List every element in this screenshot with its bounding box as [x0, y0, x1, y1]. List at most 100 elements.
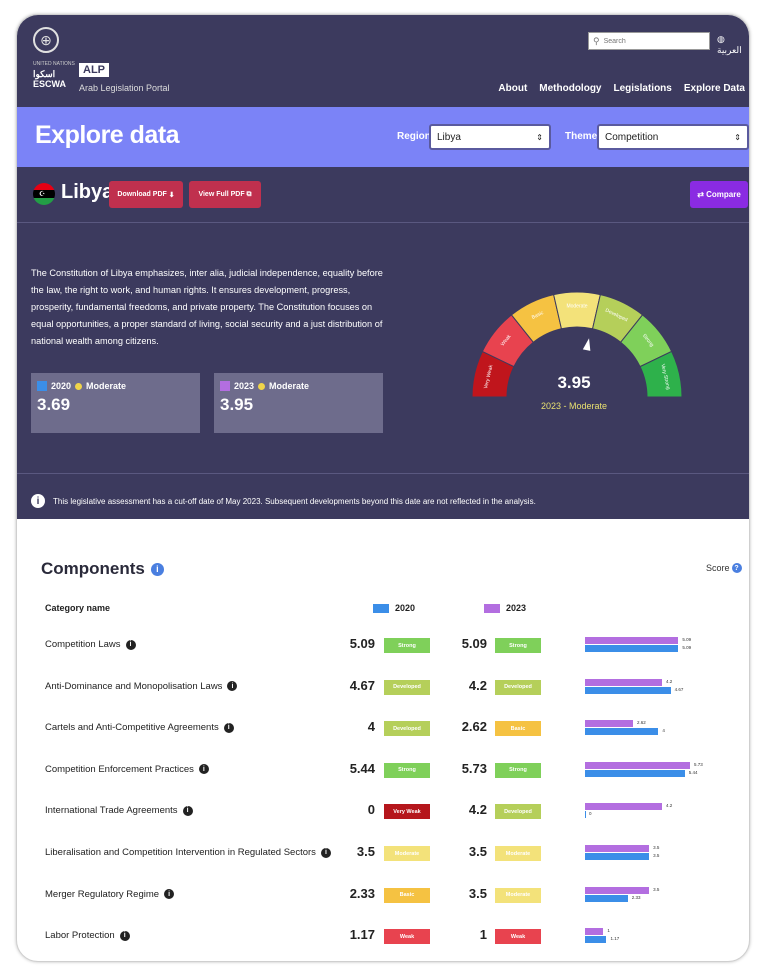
- score-bars: 4.2 4.67: [585, 677, 725, 701]
- score-card-2023: 2023 Moderate 3.95: [214, 373, 383, 433]
- components-heading: Components i: [41, 559, 164, 579]
- info-icon: i: [31, 494, 45, 508]
- region-label: Region: [397, 131, 431, 142]
- score-card-2020: 2020 Moderate 3.69: [31, 373, 200, 433]
- level-badge-2020: Developed: [384, 679, 430, 695]
- bar-2020: [585, 811, 586, 819]
- page-title: Explore data: [35, 121, 180, 149]
- language-switch[interactable]: ◍ العربية: [717, 34, 749, 56]
- info-icon[interactable]: i: [182, 805, 193, 816]
- bar-2023-label: 2.62: [637, 720, 646, 726]
- category-name: Anti-Dominance and Monopolisation Laws i: [45, 680, 238, 692]
- country-description: The Constitution of Libya emphasizes, in…: [31, 268, 383, 346]
- nav-about[interactable]: About: [498, 83, 527, 94]
- gauge-label: 2023 - Moderate: [540, 401, 608, 411]
- theme-select[interactable]: Competition ⇕: [597, 124, 749, 150]
- score-bars: 2.62 4: [585, 718, 725, 742]
- table-row: Labor Protection i 1.17 Weak 1 Weak 1 1.17: [17, 922, 749, 952]
- compare-button[interactable]: ⇄ Compare: [690, 181, 748, 208]
- level-badge-2023: Strong: [495, 638, 541, 653]
- level-badge-2023: Moderate: [495, 887, 541, 903]
- score-year: 2023: [234, 381, 255, 391]
- level-badge-2023: Developed: [495, 679, 541, 695]
- info-icon[interactable]: i: [125, 639, 136, 650]
- level-badge-2023: Moderate: [495, 846, 541, 861]
- info-icon[interactable]: i: [119, 930, 130, 941]
- bar-2023: [585, 720, 634, 728]
- logo-small-text: UNITED NATIONS: [33, 61, 75, 67]
- info-icon[interactable]: i: [227, 681, 238, 692]
- select-arrows-icon: ⇕: [536, 132, 543, 142]
- region-value: Libya: [437, 131, 461, 143]
- select-arrows-icon: ⇕: [734, 132, 741, 142]
- libya-flag-icon: ☪: [33, 183, 55, 205]
- info-icon[interactable]: i: [320, 847, 331, 858]
- legend-2023-label: 2023: [506, 603, 527, 613]
- score-2023: 2.62: [461, 719, 487, 735]
- table-row: Competition Laws i 5.09 Strong 5.09 Strong 5.0…: [17, 631, 749, 661]
- view-full-pdf-label: View Full PDF: [198, 191, 245, 198]
- score-2023: 4.2: [468, 802, 487, 818]
- table-row: Liberalisation and Competition Intervent…: [17, 839, 749, 869]
- bar-2020-label: 2.33: [631, 894, 641, 900]
- language-label: العربية: [717, 45, 742, 55]
- un-emblem-icon[interactable]: ⊕: [33, 27, 59, 53]
- score-gauge: Very WeakWeakBasicModerateDevelopedStron…: [471, 291, 683, 398]
- bar-2020-label: 4: [662, 728, 665, 734]
- score-value: 3.69: [37, 395, 71, 414]
- bar-2020-label: 5.44: [688, 769, 698, 775]
- cutoff-notice: i This legislative assessment has a cut-…: [31, 494, 536, 508]
- table-row: Anti-Dominance and Monopolisation Laws i 4…: [17, 673, 749, 703]
- view-full-pdf-button[interactable]: View Full PDF ⧉: [189, 181, 261, 208]
- score-bars: 3.5 2.33: [585, 885, 725, 909]
- score-help[interactable]: Score ?: [706, 563, 742, 573]
- score-2023: 5.73: [461, 760, 487, 776]
- score-2023: 3.5: [468, 844, 487, 859]
- bar-2023-label: 4.2: [666, 678, 673, 684]
- bar-2020-label: 3.5: [653, 853, 660, 858]
- score-value: 3.95: [220, 395, 254, 414]
- category-label: Competition Enforcement Practices: [45, 763, 194, 775]
- legend-2020-label: 2020: [395, 603, 416, 613]
- bar-2023-label: 3.5: [653, 886, 660, 892]
- divider: [17, 473, 749, 474]
- bar-2023: [585, 761, 691, 769]
- bar-2023: [585, 678, 662, 686]
- alp-logo[interactable]: ALP: [79, 63, 109, 77]
- nav-methodology[interactable]: Methodology: [539, 83, 601, 94]
- info-icon[interactable]: i: [198, 764, 209, 775]
- compare-label: Compare: [706, 190, 741, 199]
- score-level: Moderate: [269, 381, 310, 391]
- gauge-needle: [582, 338, 591, 351]
- region-select[interactable]: Libya ⇕: [429, 124, 551, 150]
- score-2020: 5.44: [349, 760, 375, 776]
- search-box[interactable]: ⚲: [588, 32, 710, 50]
- nav-explore-data[interactable]: Explore Data: [684, 83, 745, 94]
- info-icon[interactable]: i: [150, 562, 164, 576]
- bar-2020: [585, 894, 628, 902]
- theme-value: Competition: [605, 131, 659, 143]
- category-label: International Trade Agreements: [45, 805, 178, 817]
- info-icon[interactable]: i: [164, 889, 175, 900]
- globe-icon: ◍: [717, 34, 725, 44]
- nav-legislations[interactable]: Legislations: [614, 83, 672, 94]
- search-input[interactable]: [603, 37, 699, 45]
- score-2023: 5.09: [461, 636, 487, 651]
- top-header: ⊕ UNITED NATIONS اسكوا ESCWA ALP Arab Le…: [17, 15, 749, 107]
- gauge-value: 3.95: [557, 373, 591, 392]
- level-badge-2020: Basic: [384, 887, 430, 903]
- category-label: Anti-Dominance and Monopolisation Laws: [45, 680, 223, 692]
- level-badge-2020: Strong: [384, 638, 430, 653]
- category-name: Competition Enforcement Practices i: [45, 764, 209, 775]
- legend-swatch-2023: [484, 603, 500, 613]
- divider: [17, 222, 749, 223]
- download-pdf-label: Download PDF: [117, 191, 167, 198]
- escwa-logo[interactable]: UNITED NATIONS اسكوا ESCWA: [33, 59, 75, 89]
- bar-2023: [585, 886, 650, 894]
- score-2023: 3.5: [468, 885, 487, 901]
- score-2020: 0: [367, 802, 375, 818]
- download-pdf-button[interactable]: Download PDF ⬇: [109, 181, 183, 208]
- info-icon[interactable]: i: [223, 722, 234, 733]
- external-link-icon: ⧉: [246, 190, 252, 198]
- app-frame: ⊕ UNITED NATIONS اسكوا ESCWA ALP Arab Le…: [16, 14, 750, 962]
